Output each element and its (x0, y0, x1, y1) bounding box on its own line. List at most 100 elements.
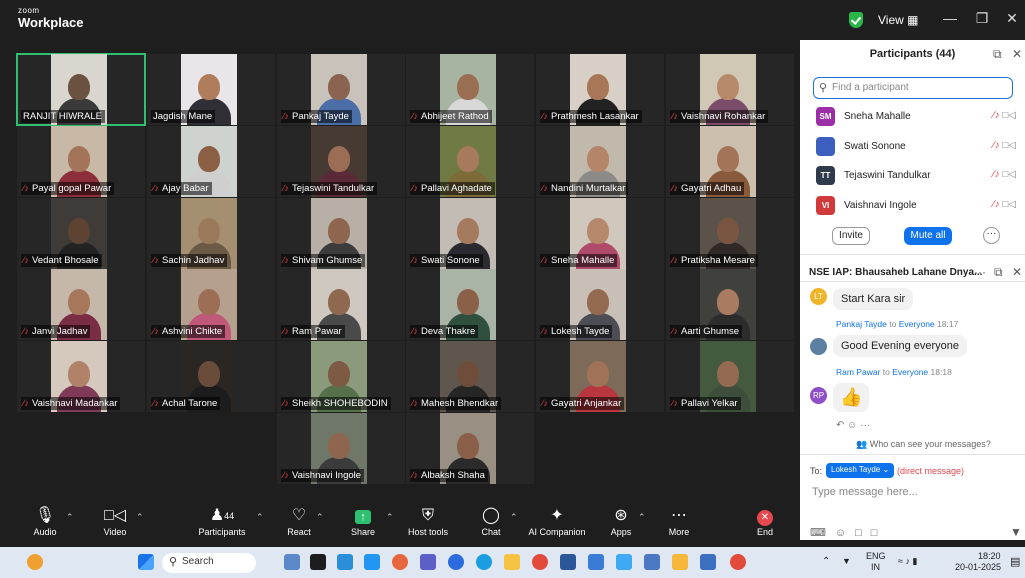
mic-video-status-icons[interactable]: ∕♪ □◁ (993, 110, 1016, 121)
audio-caret-icon[interactable]: ⌃ (66, 512, 74, 523)
participant-video-tile[interactable]: ∕♪ Vaishnavi Ingole (277, 413, 405, 484)
mic-video-status-icons[interactable]: ∕♪ □◁ (993, 140, 1016, 151)
view-button[interactable]: View ▦ (878, 13, 918, 27)
participant-video-tile[interactable]: ∕♪ Vedant Bhosale (17, 198, 145, 269)
participant-video-tile[interactable]: ∕♪ Swati Sonone (406, 198, 534, 269)
chat-popout-icon[interactable]: ⧉ (994, 265, 1003, 280)
lang-top[interactable]: ENG (866, 551, 886, 561)
video-caret-icon[interactable]: ⌃ (136, 512, 144, 523)
mic-video-status-icons[interactable]: ∕♪ □◁ (993, 199, 1016, 210)
participant-row[interactable]: TT Tejaswini Tandulkar ∕♪ □◁ (816, 166, 1016, 188)
participant-video-tile[interactable]: ∕♪ Achal Tarone (147, 341, 275, 412)
chat-button[interactable]: ◯ Chat (474, 505, 508, 538)
participant-video-tile[interactable]: ∕♪ Ashvini Chikte (147, 269, 275, 340)
participant-video-tile[interactable]: ∕♪ Sachin Jadhav (147, 198, 275, 269)
message-reaction-icons[interactable]: ↶ ☺ ··· (836, 420, 870, 431)
participant-video-tile[interactable]: ∕♪ Pratiksha Mesare (666, 198, 794, 269)
send-icon[interactable]: ▼ (1010, 525, 1022, 539)
lang-bottom[interactable]: IN (871, 562, 880, 572)
app-icon-9[interactable] (644, 554, 660, 570)
chat-close-icon[interactable]: ✕ (1012, 265, 1022, 279)
mute-all-button[interactable]: Mute all (904, 227, 952, 245)
participant-row[interactable]: VI Vaishnavi Ingole ∕♪ □◁ (816, 195, 1016, 218)
app-icon-6[interactable] (560, 554, 576, 570)
who-can-see-link[interactable]: 👥 Who can see your messages? (856, 439, 991, 450)
restore-icon[interactable]: ❐ (972, 10, 992, 27)
chat-caret-icon[interactable]: ⌃ (510, 512, 518, 523)
participants-button[interactable]: ♟44 Participants (196, 505, 248, 538)
chat-format-icons[interactable]: ⌨☺□□ (810, 526, 886, 539)
app-icon-1[interactable] (284, 554, 300, 570)
sender-name[interactable]: Ram Pawar (836, 367, 880, 377)
participant-video-tile[interactable]: ∕♪ Tejaswini Tandulkar (277, 126, 405, 197)
share-button[interactable]: ↑ Share (346, 505, 380, 538)
participant-video-tile[interactable]: ∕♪ Sheikh SHOHEBODIN (277, 341, 405, 412)
host-tools-button[interactable]: ⛨ Host tools (406, 505, 450, 538)
start-windows-icon[interactable] (138, 554, 154, 570)
minimize-icon[interactable]: — (940, 10, 960, 26)
more-options-button[interactable]: ··· (983, 227, 1000, 244)
clock-time[interactable]: 18:20 (978, 551, 1001, 561)
mic-video-status-icons[interactable]: ∕♪ □◁ (993, 169, 1016, 180)
chat-input[interactable]: Type message here... (812, 486, 918, 498)
tray-chevron-icon[interactable]: ⌃ (822, 556, 830, 567)
taskbar-search[interactable]: ⚲ Search (162, 553, 256, 573)
react-button[interactable]: ♡ React (282, 505, 316, 538)
apps-button[interactable]: ⊛ Apps (604, 505, 638, 538)
app-icon-8[interactable] (616, 554, 632, 570)
zoom-app-icon[interactable] (448, 554, 464, 570)
participant-video-tile[interactable]: ∕♪ Pallavi Aghadate (406, 126, 534, 197)
app-icon-7[interactable] (588, 554, 604, 570)
participant-video-tile[interactable]: ∕♪ Shivam Ghumse (277, 198, 405, 269)
chrome-icon[interactable] (532, 554, 548, 570)
video-button[interactable]: □◁ Video (98, 505, 132, 538)
participant-video-tile[interactable]: ∕♪ Abhijeet Rathod (406, 54, 534, 125)
participant-video-tile[interactable]: ∕♪ Vaishnavi Madankar (17, 341, 145, 412)
participant-video-tile[interactable]: ∕♪ Vaishnavi Rohankar (666, 54, 794, 125)
app-icon-4[interactable] (364, 554, 380, 570)
popout-icon[interactable]: ⧉ (993, 47, 1002, 62)
participant-video-tile[interactable]: ∕♪ Deva Thakre (406, 269, 534, 340)
participant-video-tile[interactable]: ∕♪ Nandini Murtalkar (536, 126, 664, 197)
participant-row[interactable]: SM Sneha Mahalle ∕♪ □◁ (816, 107, 1016, 129)
participant-search-input[interactable]: ⚲ Find a participant (813, 77, 1013, 99)
participant-video-tile[interactable]: ∕♪ Payal gopal Pawar (17, 126, 145, 197)
teams-icon[interactable] (420, 554, 436, 570)
participant-video-tile[interactable]: ∕♪ Pallavi Yelkar (666, 341, 794, 412)
file-explorer-icon[interactable] (504, 554, 520, 570)
participant-video-tile[interactable]: Jagdish Mane (147, 54, 275, 125)
chrome-2-icon[interactable] (730, 554, 746, 570)
more-button[interactable]: ⋯ More (662, 505, 696, 538)
clock-date[interactable]: 20-01-2025 (955, 562, 1001, 572)
participant-video-tile[interactable]: ∕♪ Pankaj Tayde (277, 54, 405, 125)
participant-video-tile[interactable]: ∕♪ Mahesh Bhendkar (406, 341, 534, 412)
participant-video-tile[interactable]: ∕♪ Lokesh Tayde (536, 269, 664, 340)
close-window-icon[interactable]: ✕ (1002, 10, 1022, 27)
security-shield-icon[interactable] (849, 12, 863, 28)
participants-caret-icon[interactable]: ⌃ (256, 512, 264, 523)
chat-more-icon[interactable]: ··· (974, 265, 986, 279)
participant-video-tile[interactable]: ∕♪ Sneha Mahalle (536, 198, 664, 269)
participant-video-tile[interactable]: ∕♪ Janvi Jadhav (17, 269, 145, 340)
edge-icon[interactable] (476, 554, 492, 570)
recipient-dropdown[interactable]: Lokesh Tayde ⌄ (826, 463, 895, 478)
usb-icon[interactable]: ▼ (842, 556, 851, 566)
share-caret-icon[interactable]: ⌃ (386, 512, 394, 523)
app-icon-10[interactable] (672, 554, 688, 570)
participant-video-tile[interactable]: ∕♪ Prathmesh Lasankar (536, 54, 664, 125)
participant-video-tile[interactable]: ∕♪ Gayatri Anjankar (536, 341, 664, 412)
ai-companion-button[interactable]: ✦ AI Companion (526, 505, 588, 538)
react-caret-icon[interactable]: ⌃ (316, 512, 324, 523)
participant-video-tile[interactable]: ∕♪ Ajay Babar (147, 126, 275, 197)
close-panel-icon[interactable]: ✕ (1012, 47, 1022, 61)
participant-video-tile[interactable]: RANJIT HIWRALE (16, 53, 146, 126)
app-icon-11[interactable] (700, 554, 716, 570)
participant-video-tile[interactable]: ∕♪ Aarti Ghumse (666, 269, 794, 340)
app-icon-3[interactable] (337, 554, 353, 570)
wifi-volume-battery-icons[interactable]: ≈ ♪ ▮ (898, 556, 917, 567)
app-icon-2[interactable] (310, 554, 326, 570)
participant-row[interactable]: Swati Sonone ∕♪ □◁ (816, 136, 1016, 159)
end-button[interactable]: ✕ End (748, 505, 782, 538)
audio-button[interactable]: 🎙 Audio (28, 505, 62, 538)
participant-video-tile[interactable]: ∕♪ Gayatri Adhau (666, 126, 794, 197)
